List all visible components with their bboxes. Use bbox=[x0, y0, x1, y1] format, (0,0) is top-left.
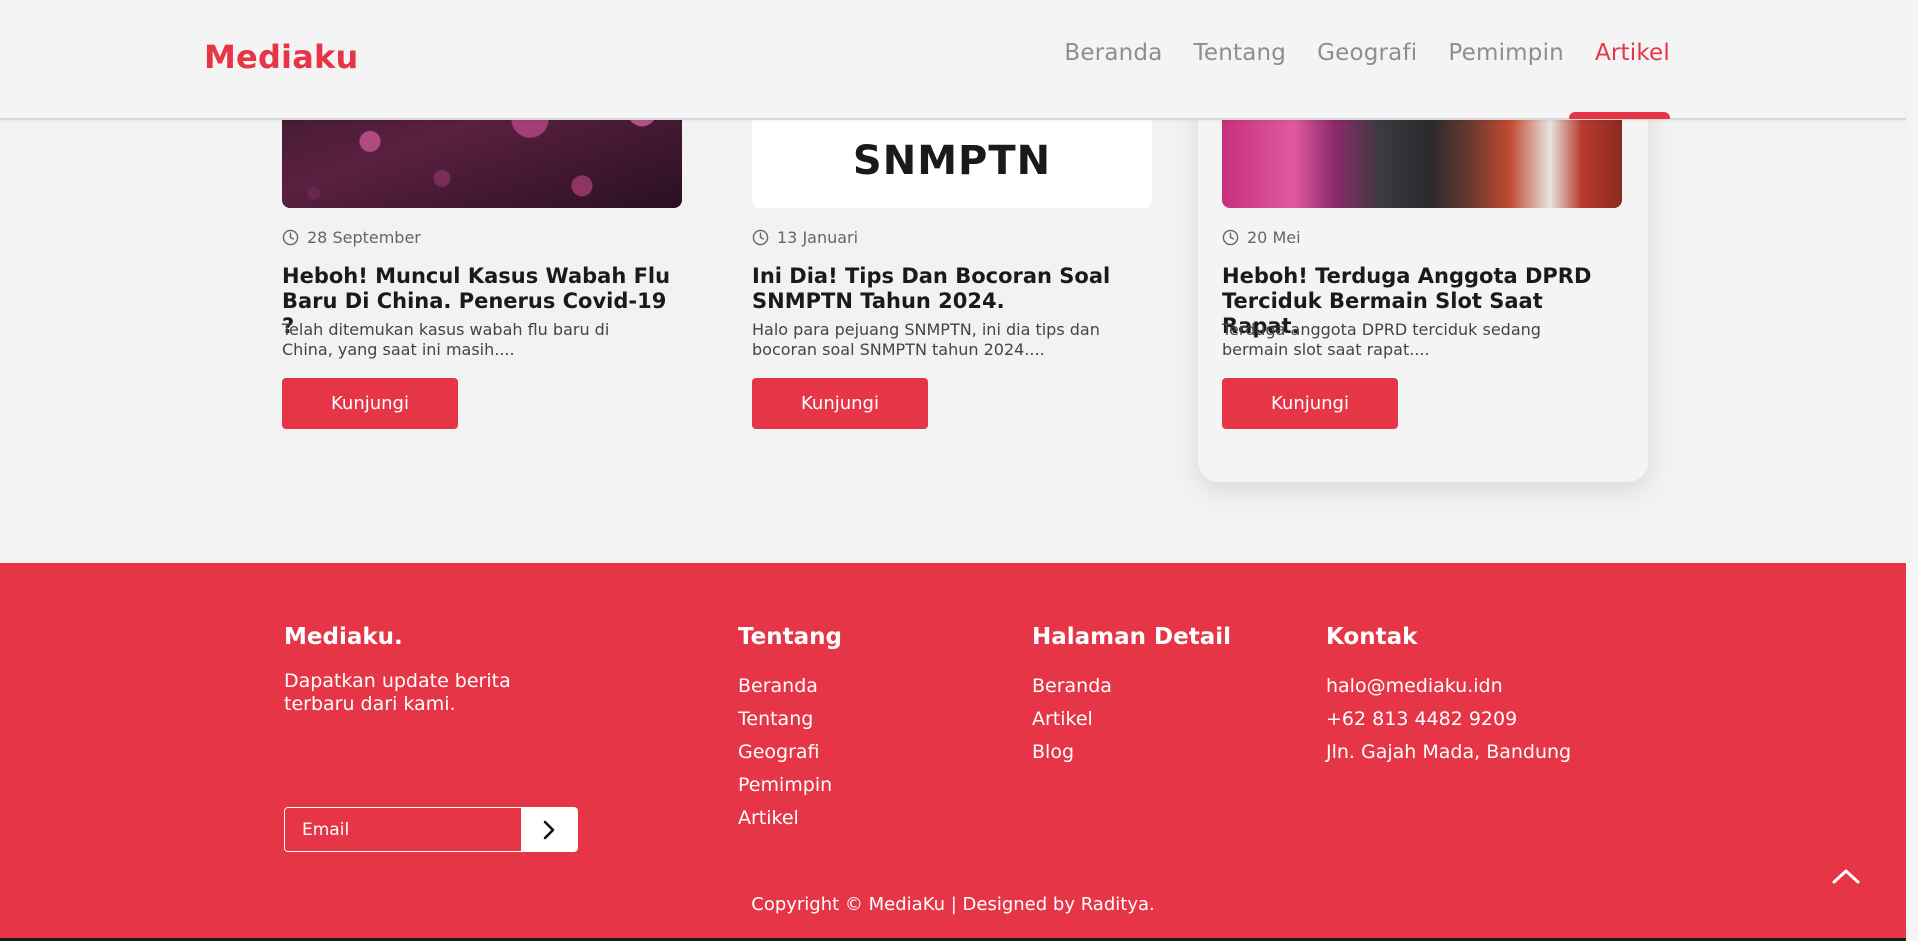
footer: Mediaku. Dapatkan update berita terbaru … bbox=[0, 563, 1906, 941]
article-card: 28 September Heboh! Muncul Kasus Wabah F… bbox=[258, 60, 708, 482]
visit-button[interactable]: Kunjungi bbox=[752, 378, 928, 429]
chevron-right-icon bbox=[543, 820, 555, 839]
article-date: 20 Mei bbox=[1247, 228, 1301, 247]
nav-tentang[interactable]: Tentang bbox=[1194, 40, 1287, 66]
article-description: Terduga anggota DPRD terciduk sedang ber… bbox=[1222, 320, 1541, 359]
footer-about-column: Tentang Beranda Tentang Geografi Pemimpi… bbox=[738, 624, 842, 835]
footer-detail-beranda[interactable]: Beranda bbox=[1032, 670, 1231, 703]
nav-geografi[interactable]: Geografi bbox=[1317, 40, 1417, 66]
article-meta: 28 September bbox=[282, 228, 421, 247]
nav-beranda[interactable]: Beranda bbox=[1064, 40, 1162, 66]
chevron-up-icon bbox=[1832, 869, 1860, 884]
nav-links: Beranda Tentang Geografi Pemimpin Artike… bbox=[1064, 40, 1671, 119]
navbar: Mediaku Beranda Tentang Geografi Pemimpi… bbox=[0, 0, 1906, 120]
article-title: Ini Dia! Tips Dan Bocoran Soal SNMPTN Ta… bbox=[752, 264, 1111, 313]
nav-pemimpin[interactable]: Pemimpin bbox=[1448, 40, 1564, 66]
footer-link-geografi[interactable]: Geografi bbox=[738, 736, 842, 769]
clock-icon bbox=[282, 229, 299, 246]
visit-button[interactable]: Kunjungi bbox=[1222, 378, 1398, 429]
subscribe-button[interactable] bbox=[521, 808, 577, 851]
contact-address: Jln. Gajah Mada, Bandung bbox=[1326, 741, 1572, 763]
snmptn-logo-text: SNMPTN bbox=[852, 138, 1052, 184]
clock-icon bbox=[752, 229, 769, 246]
footer-brand-column: Mediaku. Dapatkan update berita terbaru … bbox=[284, 624, 578, 852]
footer-detail-artikel[interactable]: Artikel bbox=[1032, 703, 1231, 736]
article-date: 13 Januari bbox=[777, 228, 859, 247]
footer-link-artikel[interactable]: Artikel bbox=[738, 802, 842, 835]
contact-phone[interactable]: +62 813 4482 9209 bbox=[1326, 703, 1571, 736]
nav-artikel[interactable]: Artikel bbox=[1568, 40, 1671, 119]
footer-link-beranda[interactable]: Beranda bbox=[738, 670, 842, 703]
footer-contact-column: Kontak halo@mediaku.idn +62 813 4482 920… bbox=[1326, 624, 1571, 769]
brand-logo[interactable]: Mediaku bbox=[204, 38, 358, 76]
newsletter-form bbox=[284, 807, 578, 852]
email-input[interactable] bbox=[285, 808, 521, 851]
copyright: Copyright © MediaKu | Designed by Radity… bbox=[751, 894, 1155, 915]
article-date: 28 September bbox=[307, 228, 421, 247]
footer-detail-heading: Halaman Detail bbox=[1032, 624, 1232, 650]
footer-tagline: Dapatkan update berita terbaru dari kami… bbox=[284, 670, 511, 715]
article-meta: 20 Mei bbox=[1222, 228, 1301, 247]
contact-email[interactable]: halo@mediaku.idn bbox=[1326, 670, 1571, 703]
visit-button[interactable]: Kunjungi bbox=[282, 378, 458, 429]
article-card: 20 Mei Heboh! Terduga Anggota DPRD Terci… bbox=[1198, 60, 1648, 482]
footer-brand: Mediaku. bbox=[284, 624, 403, 650]
footer-link-pemimpin[interactable]: Pemimpin bbox=[738, 769, 842, 802]
footer-detail-blog[interactable]: Blog bbox=[1032, 736, 1231, 769]
back-to-top-button[interactable] bbox=[1821, 851, 1871, 901]
scrollbar[interactable] bbox=[1906, 0, 1918, 941]
footer-contact-heading: Kontak bbox=[1326, 624, 1418, 650]
article-description: Halo para pejuang SNMPTN, ini dia tips d… bbox=[752, 320, 1100, 359]
footer-link-tentang[interactable]: Tentang bbox=[738, 703, 842, 736]
article-description: Telah ditemukan kasus wabah flu baru di … bbox=[282, 320, 610, 359]
footer-about-heading: Tentang bbox=[738, 624, 842, 650]
clock-icon bbox=[1222, 229, 1239, 246]
article-card: SNMPTN 13 Januari Ini Dia! Tips Dan Boco… bbox=[728, 60, 1178, 482]
footer-detail-column: Halaman Detail Beranda Artikel Blog bbox=[1032, 624, 1231, 769]
article-meta: 13 Januari bbox=[752, 228, 858, 247]
